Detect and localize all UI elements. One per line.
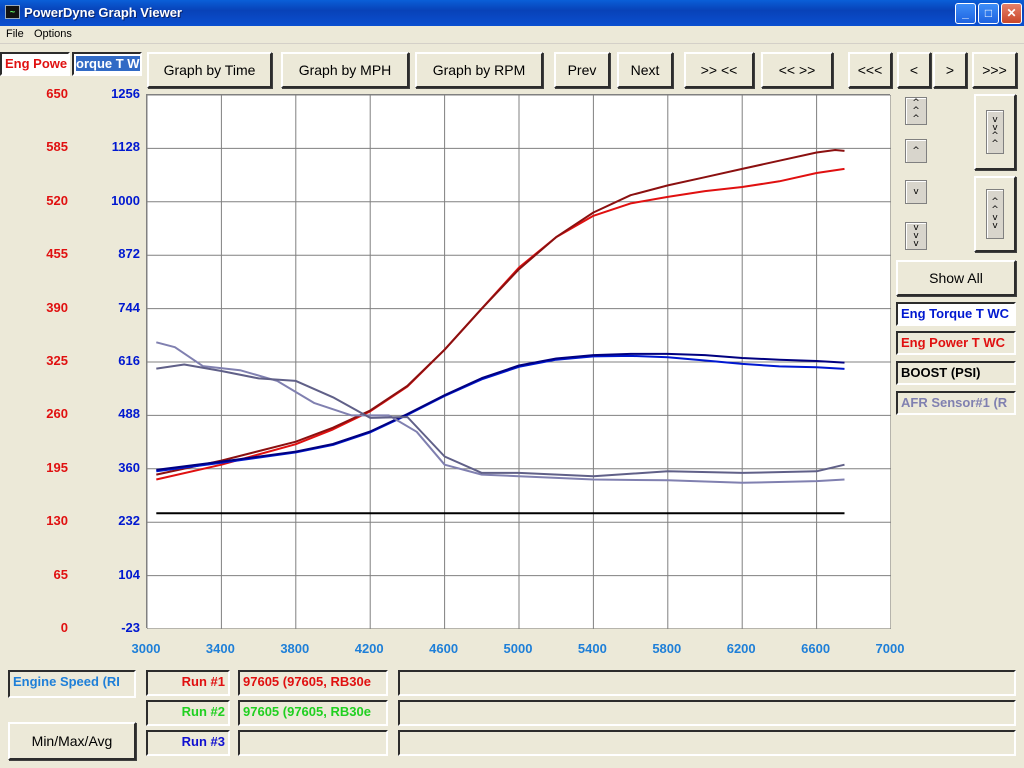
right-tick-label-4: 744	[118, 299, 140, 315]
right-tick-label-1: 1128	[111, 139, 140, 155]
run-1-details	[398, 670, 1016, 696]
title-bar: ~ PowerDyne Graph Viewer _ □ ✕	[0, 0, 1024, 26]
x-tick-label-0: 3000	[131, 641, 161, 656]
right-tick-label-2: 1000	[111, 192, 140, 208]
left-tick-label-7: 195	[46, 459, 68, 475]
menu-bar: File Options	[0, 26, 1024, 44]
right-tick-label-9: 104	[118, 566, 140, 582]
left-tick-label-4: 390	[46, 299, 68, 315]
x-tick-label-7: 5800	[652, 641, 682, 656]
run-3-label: Run #3	[146, 730, 230, 756]
run-2-label: Run #2	[146, 700, 230, 726]
channel-eng-power[interactable]: Eng Power T WC	[896, 331, 1016, 355]
y-scroll-down-icon[interactable]: v	[905, 180, 927, 204]
left-tick-label-1: 585	[46, 139, 68, 155]
x-tick-label-10: 7000	[875, 641, 905, 656]
right-tick-label-7: 360	[118, 459, 140, 475]
x-tick-label-3: 4200	[354, 641, 384, 656]
right-axis-channel-text: orque T W	[76, 56, 140, 71]
series-line-6	[156, 363, 845, 478]
left-tick-label-10: 0	[60, 620, 68, 635]
right-tick-label-10: -23	[121, 620, 140, 635]
right-tick-label-8: 232	[118, 513, 140, 529]
chart-svg	[146, 94, 892, 630]
menu-file[interactable]: File	[6, 28, 24, 40]
run-1-name[interactable]: 97605 (97605, RB30e	[238, 670, 388, 696]
x-tick-label-1: 3400	[205, 641, 235, 656]
x-tick-label-5: 5000	[503, 641, 533, 656]
graph-by-time-button[interactable]: Graph by Time	[147, 52, 272, 88]
x-tick-label-2: 3800	[280, 641, 310, 656]
series-line-3	[156, 352, 845, 471]
zoom-out-x-button[interactable]: << >>	[761, 52, 833, 88]
series-line-0	[156, 167, 845, 481]
left-tick-label-6: 260	[46, 406, 68, 422]
channel-afr-sensor[interactable]: AFR Sensor#1 (R	[896, 391, 1016, 415]
series-line-1	[156, 149, 845, 476]
right-tick-label-5: 616	[118, 353, 140, 368]
scroll-far-right-button[interactable]: >>>	[972, 52, 1017, 88]
x-tick-label-9: 6600	[801, 641, 831, 656]
y-scroll-far-down-icon[interactable]: v v v	[905, 222, 927, 250]
left-tick-label-8: 130	[46, 513, 68, 529]
run-3-name[interactable]	[238, 730, 388, 756]
channel-eng-torque[interactable]: Eng Torque T WC	[896, 302, 1016, 326]
y-zoom-in-button[interactable]: v v ^ ^	[974, 94, 1016, 170]
x-tick-label-6: 5400	[577, 641, 607, 656]
y-scroll-up-icon[interactable]: ^	[905, 139, 927, 163]
scroll-left-button[interactable]: <	[897, 52, 931, 88]
scroll-far-left-button[interactable]: <<<	[848, 52, 892, 88]
left-tick-label-5: 325	[46, 353, 68, 368]
graph-by-mph-button[interactable]: Graph by MPH	[281, 52, 409, 88]
right-tick-label-0: 1256	[111, 86, 140, 101]
window-title: PowerDyne Graph Viewer	[24, 5, 182, 20]
next-button[interactable]: Next	[617, 52, 673, 88]
y-scroll-far-up-icon[interactable]: ^ ^ ^	[905, 97, 927, 125]
app-icon: ~	[5, 5, 20, 19]
left-tick-label-9: 65	[53, 566, 68, 582]
y-zoom-out-icon: ^ ^ v v	[986, 189, 1004, 239]
scroll-right-button[interactable]: >	[933, 52, 967, 88]
run-2-name[interactable]: 97605 (97605, RB30e	[238, 700, 388, 726]
graph-by-rpm-button[interactable]: Graph by RPM	[415, 52, 543, 88]
left-tick-label-2: 520	[46, 192, 68, 208]
y-zoom-out-button[interactable]: ^ ^ v v	[974, 176, 1016, 252]
right-axis-channel-select[interactable]: orque T W	[72, 52, 142, 76]
maximize-button[interactable]: □	[978, 3, 999, 24]
plot-area[interactable]	[146, 94, 892, 630]
left-axis-channel-select[interactable]: Eng Power	[0, 52, 70, 76]
menu-options[interactable]: Options	[34, 28, 72, 40]
x-axis-channel-select[interactable]: Engine Speed (RI	[8, 670, 136, 698]
minimize-button[interactable]: _	[955, 3, 976, 24]
y-zoom-in-icon: v v ^ ^	[986, 110, 1004, 154]
show-all-button[interactable]: Show All	[896, 260, 1016, 296]
zoom-in-x-button[interactable]: >> <<	[684, 52, 754, 88]
run-1-label: Run #1	[146, 670, 230, 696]
channel-boost[interactable]: BOOST (PSI)	[896, 361, 1016, 385]
right-tick-label-3: 872	[118, 246, 140, 262]
min-max-avg-button[interactable]: Min/Max/Avg	[8, 722, 136, 760]
close-button[interactable]: ✕	[1001, 3, 1022, 24]
x-tick-label-8: 6200	[726, 641, 756, 656]
left-tick-label-0: 650	[46, 86, 68, 101]
x-tick-label-4: 4600	[429, 641, 459, 656]
left-tick-label-3: 455	[46, 246, 68, 262]
prev-button[interactable]: Prev	[554, 52, 610, 88]
run-3-details	[398, 730, 1016, 756]
right-tick-label-6: 488	[118, 406, 140, 422]
run-2-details	[398, 700, 1016, 726]
